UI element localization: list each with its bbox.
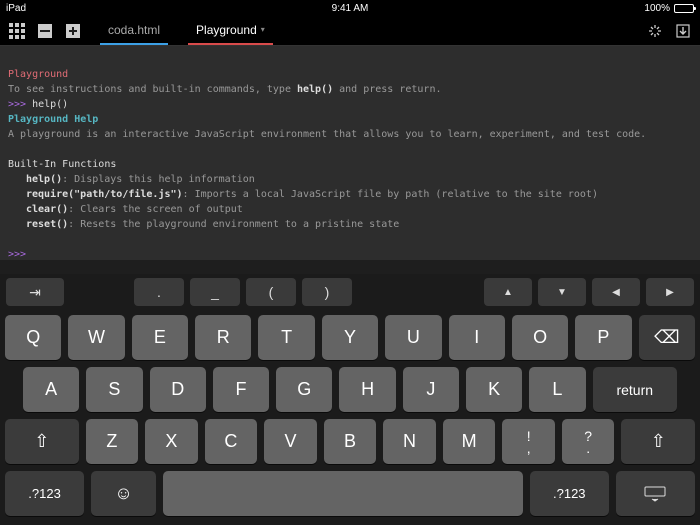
key-e[interactable]: E <box>132 315 188 360</box>
key-v[interactable]: V <box>264 419 317 464</box>
shift-key-left[interactable]: ⇧ <box>5 419 79 464</box>
key-c[interactable]: C <box>205 419 258 464</box>
numbers-key-left[interactable]: .?123 <box>5 471 84 516</box>
key-k[interactable]: K <box>466 367 522 412</box>
key-s[interactable]: S <box>86 367 142 412</box>
left-arrow-key[interactable]: ◀ <box>592 278 640 306</box>
key-period[interactable]: ?. <box>562 419 615 464</box>
keyboard-row-2: A S D F G H J K L return <box>5 367 695 412</box>
tab-playground[interactable]: Playground ▾ <box>188 16 273 45</box>
lparen-key[interactable]: ( <box>246 278 296 306</box>
key-q[interactable]: Q <box>5 315 61 360</box>
backspace-key[interactable]: ⌫ <box>639 315 695 360</box>
key-j[interactable]: J <box>403 367 459 412</box>
key-w[interactable]: W <box>68 315 124 360</box>
key-p[interactable]: P <box>575 315 631 360</box>
add-icon[interactable] <box>62 20 84 42</box>
emoji-key[interactable]: ☺ <box>91 471 156 516</box>
key-g[interactable]: G <box>276 367 332 412</box>
keyboard-accessory: ⇥ . _ ( ) ▲ ▼ ◀ ▶ <box>0 274 700 310</box>
rparen-key[interactable]: ) <box>302 278 352 306</box>
return-key[interactable]: return <box>593 367 677 412</box>
key-o[interactable]: O <box>512 315 568 360</box>
toolbar: coda.html Playground ▾ <box>0 16 700 46</box>
tab-file-label: coda.html <box>108 23 160 37</box>
key-x[interactable]: X <box>145 419 198 464</box>
tab-playground-label: Playground <box>196 23 257 37</box>
key-d[interactable]: D <box>150 367 206 412</box>
download-icon[interactable] <box>672 20 694 42</box>
status-bar: iPad 9:41 AM 100% <box>0 0 700 16</box>
grid-icon[interactable] <box>6 20 28 42</box>
clock: 9:41 AM <box>332 3 369 14</box>
chevron-down-icon: ▾ <box>261 25 265 34</box>
key-l[interactable]: L <box>529 367 585 412</box>
key-b[interactable]: B <box>324 419 377 464</box>
key-t[interactable]: T <box>258 315 314 360</box>
keyboard-row-1: Q W E R T Y U I O P ⌫ <box>5 315 695 360</box>
key-r[interactable]: R <box>195 315 251 360</box>
wand-icon[interactable] <box>644 20 666 42</box>
down-arrow-key[interactable]: ▼ <box>538 278 586 306</box>
device-label: iPad <box>6 3 26 14</box>
keyboard: ⇥ . _ ( ) ▲ ▼ ◀ ▶ Q W E R T Y U I O P ⌫ … <box>0 274 700 525</box>
console[interactable]: Playground To see instructions and built… <box>0 46 700 260</box>
up-arrow-key[interactable]: ▲ <box>484 278 532 306</box>
hide-keyboard-key[interactable] <box>616 471 695 516</box>
battery-icon <box>674 4 694 13</box>
key-m[interactable]: M <box>443 419 496 464</box>
key-f[interactable]: F <box>213 367 269 412</box>
battery-percent: 100% <box>644 3 670 14</box>
space-key[interactable] <box>163 471 523 516</box>
tab-file[interactable]: coda.html <box>100 16 168 45</box>
key-y[interactable]: Y <box>322 315 378 360</box>
shift-key-right[interactable]: ⇧ <box>621 419 695 464</box>
tab-key[interactable]: ⇥ <box>6 278 64 306</box>
key-n[interactable]: N <box>383 419 436 464</box>
console-title: Playground <box>8 69 68 80</box>
right-arrow-key[interactable]: ▶ <box>646 278 694 306</box>
key-h[interactable]: H <box>339 367 395 412</box>
dot-key[interactable]: . <box>134 278 184 306</box>
numbers-key-right[interactable]: .?123 <box>530 471 609 516</box>
prompt-cursor: >>> <box>8 249 26 260</box>
help-title: Playground Help <box>8 114 98 125</box>
key-comma[interactable]: !, <box>502 419 555 464</box>
keyboard-row-3: ⇧ Z X C V B N M !, ?. ⇧ <box>5 419 695 464</box>
keyboard-row-4: .?123 ☺ .?123 <box>5 471 695 516</box>
folder-icon[interactable] <box>34 20 56 42</box>
key-z[interactable]: Z <box>86 419 139 464</box>
key-u[interactable]: U <box>385 315 441 360</box>
key-i[interactable]: I <box>449 315 505 360</box>
key-a[interactable]: A <box>23 367 79 412</box>
underscore-key[interactable]: _ <box>190 278 240 306</box>
